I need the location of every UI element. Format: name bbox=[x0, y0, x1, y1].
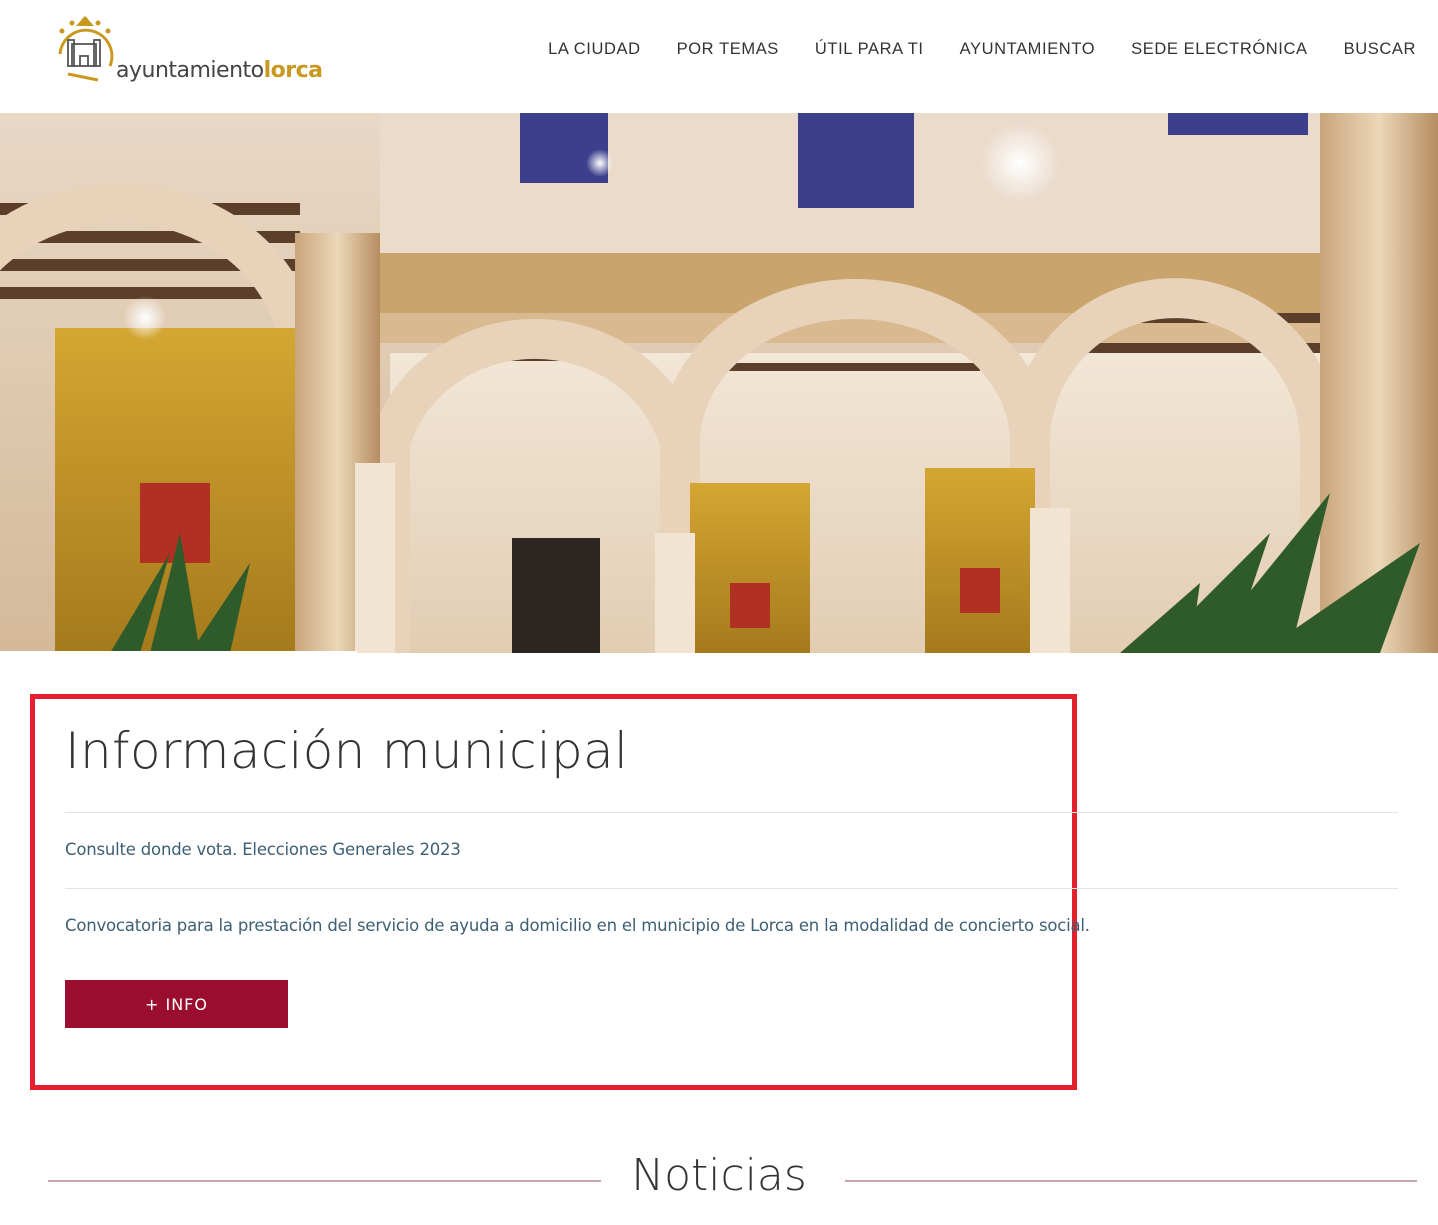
info-divider-1 bbox=[65, 812, 1398, 813]
courtyard-photo bbox=[0, 113, 1438, 653]
nav-item-sede-electronica[interactable]: SEDE ELECTRÓNICA bbox=[1131, 40, 1307, 59]
info-link-elecciones[interactable]: Consulte donde vota. Elecciones Generale… bbox=[65, 840, 461, 859]
logo-text-regular: ayuntamiento bbox=[116, 58, 264, 83]
site-header: ayuntamientolorca LA CIUDAD POR TEMAS ÚT… bbox=[0, 0, 1438, 113]
info-divider-2 bbox=[65, 888, 1398, 889]
main-nav: LA CIUDAD POR TEMAS ÚTIL PARA TI AYUNTAM… bbox=[512, 40, 1416, 59]
nav-item-util-para-ti[interactable]: ÚTIL PARA TI bbox=[815, 40, 924, 59]
logo-wordmark: ayuntamientolorca bbox=[116, 58, 323, 83]
info-title: Información municipal bbox=[65, 722, 629, 780]
site-logo[interactable]: ayuntamientolorca bbox=[50, 14, 340, 90]
news-title-text: Noticias bbox=[601, 1150, 837, 1201]
news-section-title: Noticias bbox=[0, 1150, 1438, 1201]
hero-image bbox=[0, 113, 1438, 653]
nav-item-por-temas[interactable]: POR TEMAS bbox=[677, 40, 779, 59]
more-info-button[interactable]: + INFO bbox=[65, 980, 288, 1028]
nav-item-la-ciudad[interactable]: LA CIUDAD bbox=[548, 40, 641, 59]
hero-gap bbox=[0, 651, 357, 655]
nav-item-ayuntamiento[interactable]: AYUNTAMIENTO bbox=[960, 40, 1096, 59]
logo-text-bold: lorca bbox=[263, 58, 323, 83]
nav-item-buscar[interactable]: BUSCAR bbox=[1344, 40, 1416, 59]
city-emblem-icon bbox=[58, 16, 114, 82]
info-link-convocatoria[interactable]: Convocatoria para la prestación del serv… bbox=[65, 916, 1090, 935]
